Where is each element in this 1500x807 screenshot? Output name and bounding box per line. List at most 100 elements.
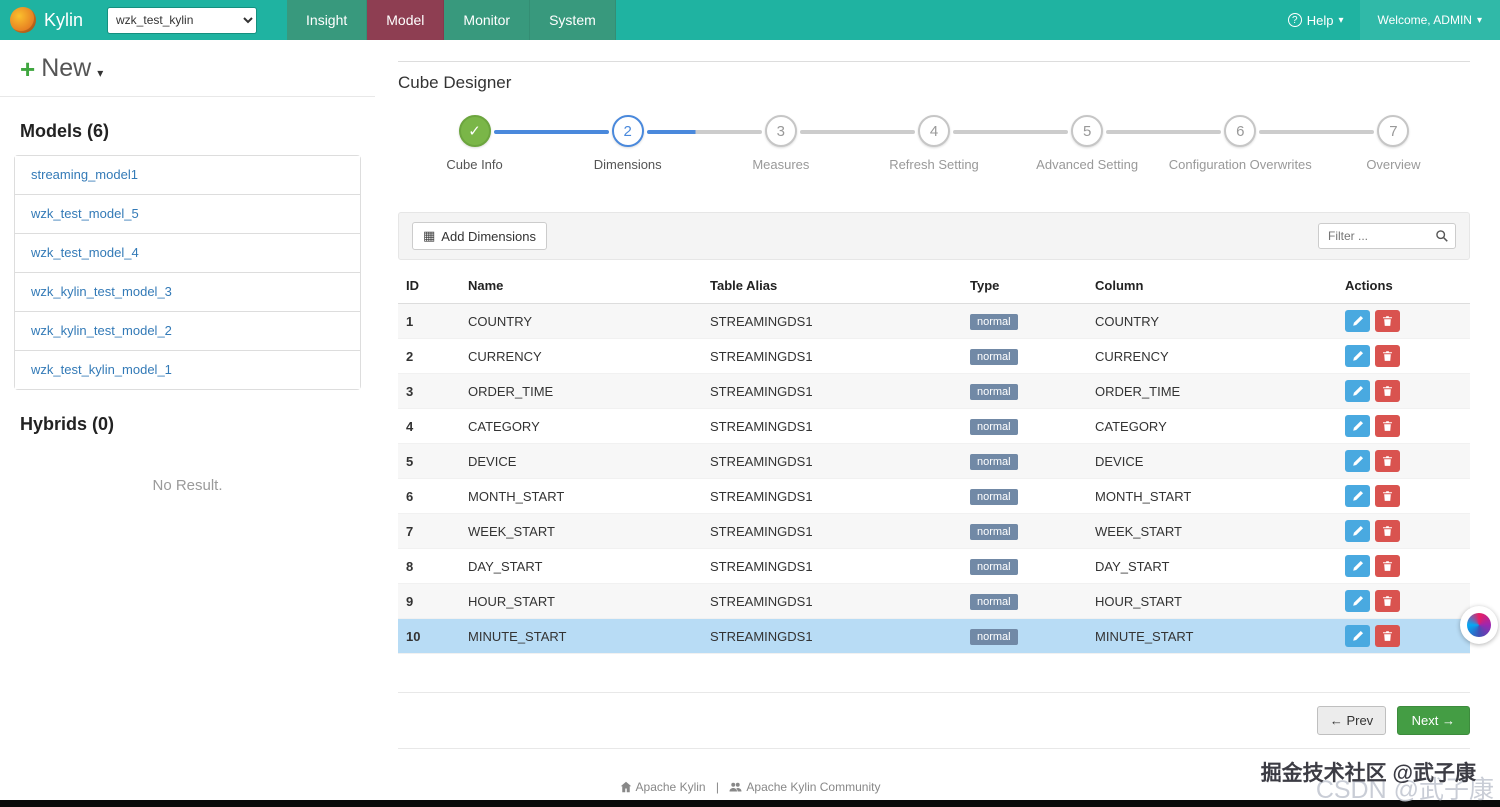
model-list-item: wzk_test_kylin_model_1: [15, 351, 360, 389]
delete-button[interactable]: [1375, 310, 1400, 332]
delete-button[interactable]: [1375, 520, 1400, 542]
user-menu[interactable]: Welcome, ADMIN ▾: [1359, 0, 1500, 40]
project-select[interactable]: wzk_test_kylin: [107, 6, 258, 34]
delete-button[interactable]: [1375, 345, 1400, 367]
step-cube-info[interactable]: ✓ Cube Info: [398, 115, 551, 172]
type-badge: normal: [970, 628, 1018, 645]
cell-name: CATEGORY: [468, 418, 540, 434]
edit-button[interactable]: [1345, 345, 1370, 367]
edit-button[interactable]: [1345, 310, 1370, 332]
edit-button[interactable]: [1345, 450, 1370, 472]
stepper: ✓ Cube Info 2 Dimensions 3 Measures 4 Refresh S…: [398, 115, 1470, 172]
delete-button[interactable]: [1375, 590, 1400, 612]
delete-button[interactable]: [1375, 625, 1400, 647]
bottom-bar: [0, 800, 1500, 807]
caret-down-icon: ▾: [1338, 14, 1344, 26]
cell-column: HOUR_START: [1095, 593, 1182, 609]
footer-link-apache-kylin[interactable]: Apache Kylin: [636, 780, 706, 794]
type-badge: normal: [970, 383, 1018, 400]
edit-button[interactable]: [1345, 555, 1370, 577]
edit-button[interactable]: [1345, 415, 1370, 437]
footer-link-community[interactable]: Apache Kylin Community: [746, 780, 880, 794]
wizard-buttons: ← Prev Next →: [398, 706, 1470, 735]
help-menu[interactable]: ? Help ▾: [1272, 0, 1360, 40]
model-link-wzk_test_model_4[interactable]: wzk_test_model_4: [31, 245, 139, 260]
model-link-wzk_kylin_test_model_3[interactable]: wzk_kylin_test_model_3: [31, 284, 172, 299]
step-refresh-setting[interactable]: 4 Refresh Setting: [799, 115, 1010, 172]
nav-tab-monitor[interactable]: Monitor: [444, 0, 531, 40]
table-row-2[interactable]: 2 CURRENCY STREAMINGDS1 normal CURRENCY: [398, 339, 1470, 374]
step-advanced-setting[interactable]: 5 Advanced Setting: [952, 115, 1164, 172]
edit-button[interactable]: [1345, 485, 1370, 507]
next-button[interactable]: Next →: [1396, 706, 1470, 735]
table-row-10[interactable]: 10 MINUTE_START STREAMINGDS1 normal MINUTE_S…: [398, 618, 1470, 654]
delete-button[interactable]: [1375, 485, 1400, 507]
cell-type: normal: [962, 549, 1087, 584]
home-icon: [620, 781, 631, 793]
step-measures[interactable]: 3 Measures: [646, 115, 857, 172]
nav-tab-model[interactable]: Model: [367, 0, 445, 40]
model-link-wzk_kylin_test_model_2[interactable]: wzk_kylin_test_model_2: [31, 323, 172, 338]
cell-name: CURRENCY: [468, 348, 542, 364]
table-row-3[interactable]: 3 ORDER_TIME STREAMINGDS1 normal ORDER_TIME: [398, 373, 1470, 409]
delete-button[interactable]: [1375, 415, 1400, 437]
step-overview[interactable]: 7 Overview: [1259, 115, 1470, 172]
cell-actions: [1337, 619, 1470, 654]
table-row-8[interactable]: 8 DAY_START STREAMINGDS1 normal DAY_START: [398, 549, 1470, 584]
cell-column: DEVICE: [1095, 453, 1144, 469]
add-dimensions-button[interactable]: ▦ Add Dimensions: [412, 222, 547, 250]
extension-floating-button[interactable]: [1460, 606, 1498, 644]
table-row-9[interactable]: 9 HOUR_START STREAMINGDS1 normal HOUR_START: [398, 583, 1470, 619]
table-row-6[interactable]: 6 MONTH_START STREAMINGDS1 normal MONTH_STAR…: [398, 479, 1470, 514]
new-button[interactable]: + New ▾: [20, 54, 103, 83]
delete-button[interactable]: [1375, 555, 1400, 577]
step-configuration-overwrites[interactable]: 6 Configuration Overwrites: [1106, 115, 1317, 172]
sidebar: + New ▾ Models (6) streaming_model1 wzk_t…: [0, 40, 375, 494]
cell-name: MINUTE_START: [468, 628, 567, 644]
model-link-wzk_test_kylin_model_1[interactable]: wzk_test_kylin_model_1: [31, 362, 172, 377]
table-row-7[interactable]: 7 WEEK_START STREAMINGDS1 normal WEEK_START: [398, 513, 1470, 549]
table-row-4[interactable]: 4 CATEGORY STREAMINGDS1 normal CATEGORY: [398, 409, 1470, 444]
help-icon: ?: [1287, 13, 1302, 27]
cell-actions: [1337, 549, 1470, 584]
plus-icon: +: [20, 53, 36, 84]
brand-name: Kylin: [44, 9, 84, 30]
column-header-name: Name: [460, 268, 702, 304]
cell-id: 4: [406, 418, 414, 434]
help-label: Help: [1306, 12, 1334, 28]
nav-tab-system[interactable]: System: [530, 0, 616, 40]
cell-actions: [1337, 374, 1470, 409]
step-number: 2: [611, 115, 644, 147]
step-label: Overview: [1366, 157, 1421, 172]
step-label: Measures: [752, 157, 810, 172]
step-label: Refresh Setting: [889, 157, 979, 172]
dimensions-toolbar: ▦ Add Dimensions: [398, 212, 1470, 260]
edit-button[interactable]: [1345, 590, 1370, 612]
cell-actions: [1337, 339, 1470, 374]
prev-button[interactable]: ← Prev: [1316, 706, 1387, 735]
nav-tab-insight[interactable]: Insight: [287, 0, 368, 40]
edit-button[interactable]: [1345, 625, 1370, 647]
cell-id: 8: [406, 558, 414, 574]
step-dimensions[interactable]: 2 Dimensions: [493, 115, 704, 172]
cell-type: normal: [962, 514, 1087, 549]
step-label: Cube Info: [446, 157, 503, 172]
model-link-wzk_test_model_5[interactable]: wzk_test_model_5: [31, 206, 139, 221]
edit-button[interactable]: [1345, 520, 1370, 542]
type-badge: normal: [970, 558, 1018, 575]
table-row-1[interactable]: 1 COUNTRY STREAMINGDS1 normal COUNTRY: [398, 303, 1470, 339]
caret-down-icon: ▾: [1476, 14, 1482, 26]
type-badge: normal: [970, 453, 1018, 470]
model-link-streaming_model1[interactable]: streaming_model1: [31, 167, 138, 182]
cell-name: MONTH_START: [468, 488, 565, 504]
model-list: streaming_model1 wzk_test_model_5 wzk_test…: [14, 155, 361, 390]
cell-table-alias: STREAMINGDS1: [710, 313, 813, 329]
arrow-right-icon: →: [1442, 713, 1455, 728]
table-row-5[interactable]: 5 DEVICE STREAMINGDS1 normal DEVICE: [398, 443, 1470, 479]
edit-button[interactable]: [1345, 380, 1370, 402]
delete-button[interactable]: [1375, 450, 1400, 472]
search-icon: [1436, 230, 1448, 242]
delete-button[interactable]: [1375, 380, 1400, 402]
cell-type: normal: [962, 444, 1087, 479]
add-dimensions-label: Add Dimensions: [441, 228, 536, 244]
